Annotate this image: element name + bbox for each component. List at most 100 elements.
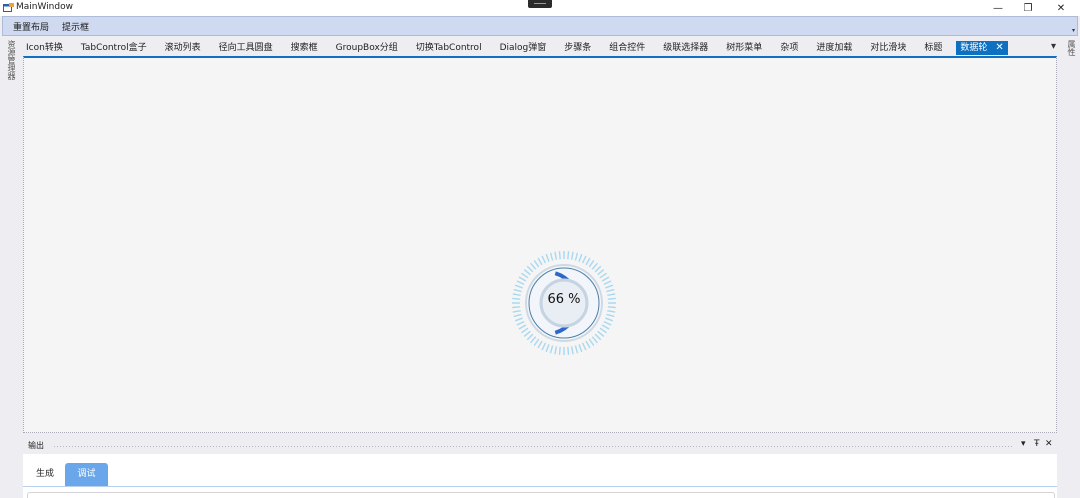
gauge-tick xyxy=(601,324,610,330)
tab-combo-control[interactable]: 组合控件 xyxy=(605,41,649,55)
tab-debug[interactable]: 调试 xyxy=(65,463,108,486)
output-panel-header: 输出 ▾ Ŧ ✕ xyxy=(23,439,1057,453)
close-button[interactable]: ✕ xyxy=(1046,0,1076,16)
gauge-tick xyxy=(526,333,534,341)
menu-item-tooltip[interactable]: 提示框 xyxy=(62,20,89,33)
tab-data-wheel[interactable]: 数据轮 ✕ xyxy=(956,41,1008,55)
tab-switch-tabcontrol[interactable]: 切换TabControl xyxy=(412,41,486,55)
gauge-tick xyxy=(578,344,583,353)
gauge-tick xyxy=(549,252,554,261)
gauge-tick xyxy=(594,265,602,273)
tab-scroll-list[interactable]: 滚动列表 xyxy=(161,41,205,55)
tab-tree-menu[interactable]: 树形菜单 xyxy=(722,41,766,55)
gauge-tick xyxy=(567,346,570,355)
tab-title[interactable]: 标题 xyxy=(920,41,946,55)
tab-misc[interactable]: 杂项 xyxy=(776,41,802,55)
gauge-tick xyxy=(607,309,616,313)
pin-icon[interactable]: Ŧ xyxy=(1034,439,1040,449)
dropdown-icon[interactable]: ▾ xyxy=(1021,439,1026,449)
gauge-tick xyxy=(521,327,529,334)
gauge-tick xyxy=(530,336,537,344)
gauge-tick xyxy=(574,252,579,261)
output-text-area[interactable] xyxy=(27,492,1055,498)
gauge-tick xyxy=(605,284,614,289)
gauge-tick xyxy=(554,251,558,260)
right-side-panel-tab[interactable]: 属性 xyxy=(1063,40,1077,56)
gauge-tick xyxy=(578,253,583,262)
gauge-tick xyxy=(574,345,579,354)
gauge-tick xyxy=(514,317,523,322)
menu-item-reset-layout[interactable]: 重置布局 xyxy=(13,20,49,33)
gauge-tick xyxy=(537,257,543,266)
gauge-tick xyxy=(512,309,521,313)
minimize-button[interactable]: — xyxy=(983,0,1013,16)
gauge-tick xyxy=(518,276,527,282)
gauge-tick xyxy=(513,313,522,318)
close-icon[interactable]: ✕ xyxy=(1045,439,1053,449)
tab-radial-menu[interactable]: 径向工具圆盘 xyxy=(215,41,277,55)
gauge-tick xyxy=(549,345,554,354)
gauge-tick xyxy=(597,269,605,276)
gauge-tick xyxy=(554,346,558,355)
tab-icon-convert[interactable]: Icon转换 xyxy=(22,41,67,55)
gauge-tick xyxy=(601,276,610,282)
gauge-tick xyxy=(570,346,574,355)
gauge-tick xyxy=(545,253,550,262)
gauge-tick xyxy=(514,284,523,289)
gauge-tick xyxy=(558,251,561,260)
gauge-tick xyxy=(594,333,602,341)
gauge-tick xyxy=(518,324,527,330)
gauge-tick xyxy=(541,342,547,351)
window-title: MainWindow xyxy=(16,2,73,12)
output-panel: 生成 调试 xyxy=(23,454,1057,498)
drag-handle[interactable] xyxy=(528,0,552,8)
tab-tabcontrol-box[interactable]: TabControl盒子 xyxy=(77,41,151,55)
gauge-tick xyxy=(537,340,543,349)
gauge-tick xyxy=(558,346,561,355)
document-area: 66 % xyxy=(23,56,1057,433)
gauge-tick xyxy=(533,260,540,268)
gauge-tick xyxy=(585,340,591,349)
gauge-tick xyxy=(588,338,595,346)
gauge-tick xyxy=(599,327,607,334)
gauge-tick xyxy=(545,344,550,353)
panel-grip[interactable] xyxy=(53,445,1013,448)
gauge-tick xyxy=(591,262,598,270)
gauge-tick xyxy=(585,257,591,266)
tab-search-box[interactable]: 搜索框 xyxy=(287,41,322,55)
tab-build[interactable]: 生成 xyxy=(27,463,63,486)
tab-cascader[interactable]: 级联选择器 xyxy=(659,41,712,55)
menu-overflow-icon[interactable]: ▾ xyxy=(1072,27,1075,34)
tab-dialog[interactable]: Dialog弹窗 xyxy=(496,41,551,55)
gauge-tick xyxy=(523,269,531,276)
gauge-tick xyxy=(588,260,595,268)
gauge-tick xyxy=(597,330,605,337)
app-icon xyxy=(3,3,14,12)
gauge-tick xyxy=(526,265,534,273)
close-icon[interactable]: ✕ xyxy=(995,41,1003,55)
gauge-tick xyxy=(516,320,525,326)
progress-wheel: 66 % xyxy=(509,248,619,358)
gauge-tick xyxy=(567,251,570,260)
gauge-tick xyxy=(530,262,537,270)
tab-steps[interactable]: 步骤条 xyxy=(560,41,595,55)
gauge-tick xyxy=(541,255,547,264)
left-side-panel-tab[interactable]: 资源管理器 xyxy=(3,40,17,80)
tab-overflow-icon[interactable]: ▾ xyxy=(1051,41,1056,52)
tab-compare-slider[interactable]: 对比滑块 xyxy=(866,41,910,55)
tab-groupbox[interactable]: GroupBox分组 xyxy=(332,41,402,55)
progress-value: 66 % xyxy=(547,292,581,307)
document-tab-bar: Icon转换 TabControl盒子 滚动列表 径向工具圆盘 搜索框 Grou… xyxy=(22,40,1058,56)
gauge-tick xyxy=(523,330,531,337)
menu-bar: 重置布局 提示框 ▾ xyxy=(2,16,1078,36)
gauge-tick xyxy=(599,272,607,279)
gauge-tick xyxy=(581,255,587,264)
output-tab-divider xyxy=(23,486,1057,487)
gauge-tick xyxy=(570,251,574,260)
gauge-tick xyxy=(516,280,525,286)
gauge-tick xyxy=(591,336,598,344)
gauge-tick xyxy=(606,313,615,318)
tab-progress-loading[interactable]: 进度加载 xyxy=(812,41,856,55)
gauge-tick xyxy=(521,272,529,279)
restore-button[interactable]: ❐ xyxy=(1013,0,1043,16)
